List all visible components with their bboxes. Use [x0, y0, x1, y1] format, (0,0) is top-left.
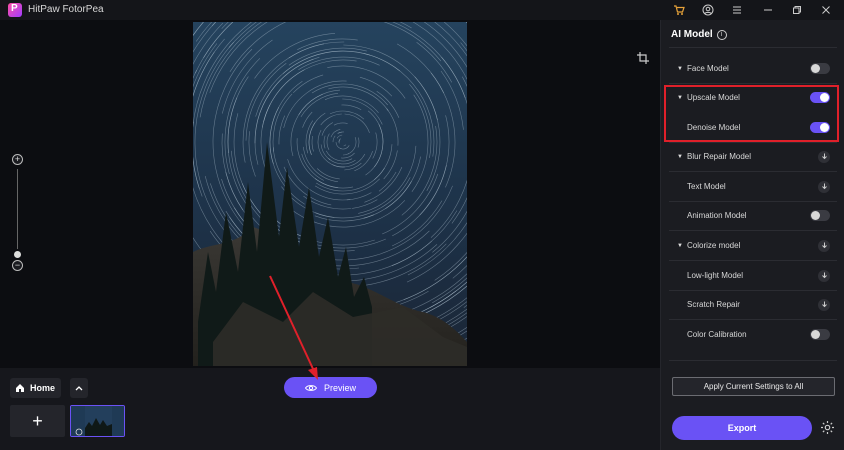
restore-icon[interactable] [789, 2, 805, 18]
model-label: Colorize model [687, 241, 741, 250]
chevron-up-icon [75, 386, 83, 391]
apply-to-all-button[interactable]: Apply Current Settings to All [672, 377, 835, 396]
crop-icon[interactable] [637, 51, 649, 64]
image-canvas: + − [0, 20, 660, 368]
panel-title-text: AI Model [671, 29, 713, 40]
close-icon[interactable] [818, 2, 834, 18]
model-label: Color Calibration [687, 330, 747, 339]
minimize-icon[interactable] [760, 2, 776, 18]
toggle-knob [811, 64, 820, 73]
model-row[interactable]: Animation Model [661, 201, 844, 230]
account-icon[interactable] [700, 2, 716, 18]
add-icon: + [32, 410, 43, 431]
highlight-box [664, 85, 839, 142]
bottom-bar: Home Preview + [0, 368, 660, 450]
panel-title: AI Model i [671, 29, 727, 40]
model-toggle[interactable] [810, 329, 830, 340]
model-row[interactable]: ▼ Blur Repair Model [661, 142, 844, 171]
gear-icon[interactable] [820, 420, 835, 435]
home-button[interactable]: Home [10, 378, 61, 398]
model-label: Blur Repair Model [687, 152, 752, 161]
menu-icon[interactable] [729, 2, 745, 18]
title-bar: HitPaw FotorPea [0, 0, 844, 20]
caret-down-icon[interactable]: ▼ [677, 154, 683, 160]
zoom-out-icon[interactable]: − [12, 260, 23, 271]
toggle-knob [811, 330, 820, 339]
model-label: Low-light Model [687, 271, 744, 280]
preview-image[interactable] [193, 22, 467, 366]
zoom-track[interactable] [17, 169, 18, 249]
app-logo-icon [8, 3, 22, 17]
home-label: Home [30, 383, 56, 393]
eye-icon [304, 384, 317, 391]
info-icon[interactable]: i [716, 29, 727, 40]
image-thumbnail[interactable] [70, 405, 125, 437]
model-label: Animation Model [687, 211, 747, 220]
model-label: Face Model [687, 64, 729, 73]
model-row[interactable]: Text Model [661, 172, 844, 201]
download-icon[interactable] [818, 298, 830, 311]
download-icon[interactable] [818, 150, 830, 163]
model-toggle[interactable] [810, 210, 830, 221]
divider [669, 360, 837, 361]
model-row[interactable]: Low-light Model [661, 261, 844, 290]
preview-button[interactable]: Preview [284, 377, 377, 398]
expand-button[interactable] [70, 378, 88, 398]
toggle-knob [811, 211, 820, 220]
model-label: Text Model [687, 182, 726, 191]
home-icon [16, 384, 24, 392]
zoom-in-icon[interactable]: + [12, 154, 23, 165]
model-row[interactable]: ▼ Colorize model [661, 231, 844, 260]
download-icon[interactable] [818, 239, 830, 252]
model-toggle[interactable] [810, 63, 830, 74]
model-label: Scratch Repair [687, 300, 740, 309]
download-icon[interactable] [818, 269, 830, 282]
app-title: HitPaw FotorPea [28, 4, 104, 15]
caret-down-icon[interactable]: ▼ [677, 243, 683, 249]
zoom-handle[interactable] [14, 251, 21, 258]
model-row[interactable]: Color Calibration [661, 320, 844, 349]
download-icon[interactable] [818, 180, 830, 193]
caret-down-icon[interactable]: ▼ [677, 66, 683, 72]
divider [669, 47, 837, 48]
zoom-slider[interactable]: + − [12, 154, 24, 271]
add-image-button[interactable]: + [10, 405, 65, 437]
export-button[interactable]: Export [672, 416, 812, 440]
model-row[interactable]: Scratch Repair [661, 290, 844, 319]
model-row[interactable]: ▼ Face Model [661, 54, 844, 83]
cart-icon[interactable] [671, 2, 687, 18]
preview-label: Preview [323, 382, 356, 393]
